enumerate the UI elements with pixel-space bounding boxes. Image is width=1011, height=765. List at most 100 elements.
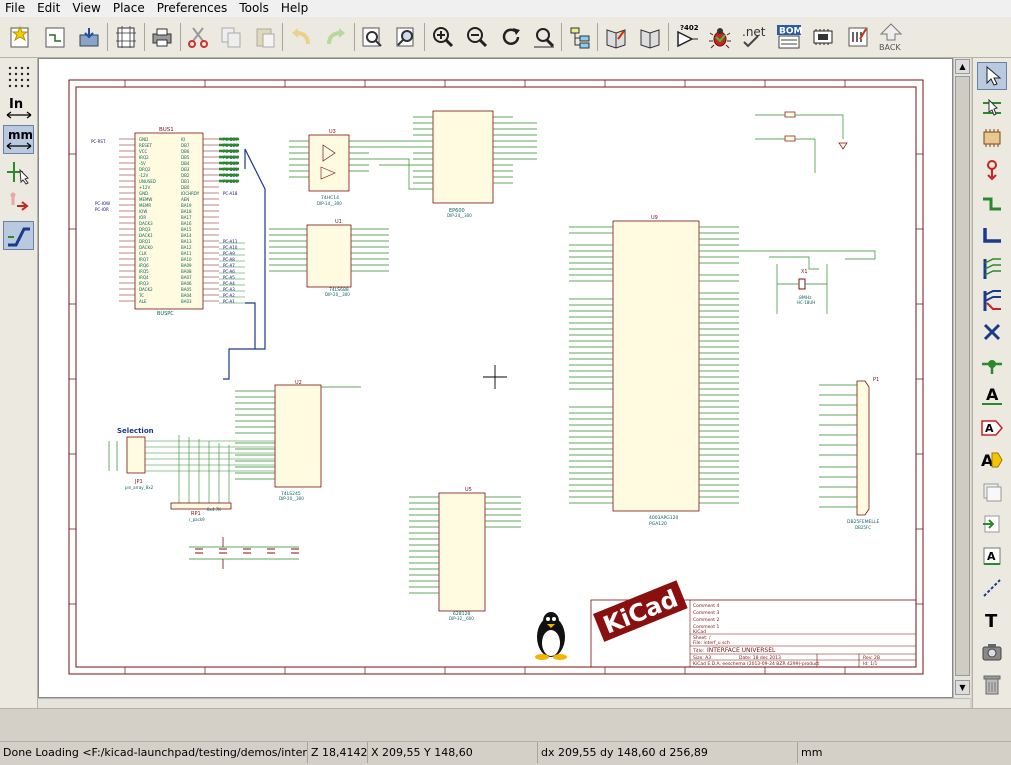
highlight-net-icon[interactable] bbox=[977, 94, 1007, 122]
scroll-down-arrow[interactable]: ▼ bbox=[955, 680, 970, 695]
u5-footprint: DIP-32__600 bbox=[449, 616, 474, 621]
menu-view[interactable]: View bbox=[66, 0, 106, 17]
place-hier-sheet-icon[interactable] bbox=[977, 478, 1007, 506]
annotate-icon[interactable]: ?402 bbox=[672, 21, 702, 53]
place-text-icon[interactable]: T bbox=[977, 606, 1007, 634]
schematic-canvas[interactable]: BUS1 GND RESET VCC IRQ2 -5V DRQ2 -12V UNUSED +12… bbox=[38, 58, 953, 698]
main-toolbar: ?402 .net BOM BACK bbox=[0, 17, 1011, 58]
wire-to-bus-entry-icon[interactable] bbox=[977, 254, 1007, 282]
kicad-logo: KiCad bbox=[593, 580, 688, 642]
svg-text:DB0: DB0 bbox=[181, 185, 190, 190]
svg-text:DB4: DB4 bbox=[181, 161, 190, 166]
place-image-icon[interactable] bbox=[977, 638, 1007, 666]
cut-icon[interactable] bbox=[183, 21, 213, 53]
rp1-component[interactable]: RP1 8x4.7K r_pack9 bbox=[170, 502, 232, 522]
led-section[interactable] bbox=[755, 111, 848, 173]
undo-icon[interactable] bbox=[286, 21, 316, 53]
x1-crystal[interactable]: X1 8MHz HC-18UH bbox=[776, 264, 828, 314]
redo-icon[interactable] bbox=[321, 21, 351, 53]
u5-component[interactable]: U5 628128 DIP-32__600 bbox=[409, 487, 521, 621]
place-bus-icon[interactable] bbox=[977, 222, 1007, 250]
units-mm-button[interactable]: mm bbox=[3, 125, 34, 154]
netlist-icon[interactable]: .net bbox=[739, 21, 769, 53]
paste-icon[interactable] bbox=[250, 21, 280, 53]
find-icon[interactable] bbox=[357, 21, 387, 53]
status-cursor-position: X 209,55 Y 148,60 bbox=[368, 742, 538, 763]
find-replace-icon[interactable] bbox=[391, 21, 421, 53]
no-connect-icon[interactable] bbox=[977, 318, 1007, 346]
scroll-up-arrow[interactable]: ▲ bbox=[955, 59, 970, 74]
place-hier-label-icon[interactable]: A bbox=[977, 446, 1007, 474]
p1-connector[interactable]: P1 DB25FEMELLE DB25FC bbox=[819, 377, 879, 530]
pcbnew-icon[interactable] bbox=[843, 21, 873, 53]
bus1-component[interactable]: BUS1 GNDRESETVCCIRQ2-5VDRQ2-12VUNUSED+12… bbox=[91, 127, 245, 317]
cursor-shape-icon[interactable] bbox=[3, 158, 34, 187]
back-label: BACK bbox=[879, 43, 901, 52]
open-project-icon[interactable] bbox=[40, 21, 70, 53]
place-wire-icon[interactable] bbox=[977, 190, 1007, 218]
units-inch-button[interactable]: In bbox=[3, 94, 34, 123]
redraw-icon[interactable] bbox=[496, 21, 526, 53]
annotate-label: ?402 bbox=[680, 24, 699, 32]
menu-tools[interactable]: Tools bbox=[233, 0, 275, 17]
svg-text:BA03: BA03 bbox=[181, 299, 192, 304]
u3-footprint: DIP-14__300 bbox=[317, 201, 342, 206]
menu-edit[interactable]: Edit bbox=[31, 0, 66, 17]
vertical-scrollbar[interactable]: ▲ ▼ bbox=[953, 58, 971, 698]
place-power-icon[interactable] bbox=[977, 156, 1007, 184]
back-icon[interactable]: BACK bbox=[876, 21, 906, 53]
title-block[interactable]: KiCad Comment 4 Comment 3 Comment 2 Comm… bbox=[590, 580, 917, 668]
svg-text:GND: GND bbox=[139, 137, 148, 142]
import-sheet-pin-icon[interactable] bbox=[977, 510, 1007, 538]
net-label-letter: A bbox=[986, 385, 999, 404]
svg-text:DB6: DB6 bbox=[181, 149, 190, 154]
svg-text:+12V: +12V bbox=[139, 185, 150, 190]
u3-component[interactable]: U3 74HC14 DIP-14__300 bbox=[289, 129, 369, 206]
bus-wire-45-icon[interactable] bbox=[3, 221, 34, 250]
u1-component[interactable]: U1 74LS688 DIP-20__300 bbox=[269, 219, 389, 297]
erc-icon[interactable] bbox=[705, 21, 735, 53]
place-graphic-line-icon[interactable] bbox=[977, 574, 1007, 602]
bus-to-bus-entry-icon[interactable] bbox=[977, 286, 1007, 314]
u9-component[interactable]: U9 4003APG120 PGA120 bbox=[569, 215, 739, 527]
place-global-label-icon[interactable]: A bbox=[977, 414, 1007, 442]
place-junction-icon[interactable] bbox=[977, 350, 1007, 378]
library-editor-icon[interactable] bbox=[601, 21, 631, 53]
vertical-scroll-thumb[interactable] bbox=[955, 76, 970, 676]
print-icon[interactable] bbox=[147, 21, 177, 53]
jp1-component[interactable]: Selection JP1 pin_array_8x2 bbox=[108, 427, 154, 490]
decoupling-caps[interactable] bbox=[189, 537, 299, 569]
svg-text:PC-RST: PC-RST bbox=[91, 139, 106, 144]
select-arrow-icon[interactable] bbox=[977, 62, 1007, 90]
bus1-ref: BUS1 bbox=[159, 127, 174, 133]
bom-icon[interactable]: BOM bbox=[774, 21, 804, 53]
page-settings-icon[interactable] bbox=[111, 21, 141, 53]
zoom-fit-icon[interactable] bbox=[529, 21, 559, 53]
zoom-out-icon[interactable] bbox=[462, 21, 492, 53]
u2-component[interactable]: U2 74LS245 DIP-20__300 bbox=[235, 380, 361, 501]
save-icon[interactable] bbox=[74, 21, 104, 53]
menu-bar: File Edit View Place Preferences Tools H… bbox=[0, 0, 1011, 17]
menu-place[interactable]: Place bbox=[107, 0, 151, 17]
cvpcb-icon[interactable] bbox=[808, 21, 838, 53]
bom-label: BOM bbox=[779, 27, 803, 37]
show-hidden-pins-icon[interactable] bbox=[3, 190, 34, 219]
grid-toggle-icon[interactable] bbox=[3, 62, 34, 91]
new-schematic-icon[interactable] bbox=[5, 21, 35, 53]
zoom-in-icon[interactable] bbox=[428, 21, 458, 53]
place-net-label-icon[interactable]: A bbox=[977, 382, 1007, 410]
library-browser-icon[interactable] bbox=[635, 21, 665, 53]
svg-text:A: A bbox=[985, 422, 994, 435]
hierarchy-navigator-icon[interactable] bbox=[565, 21, 595, 53]
place-component-icon[interactable] bbox=[977, 124, 1007, 152]
delete-item-icon[interactable] bbox=[977, 670, 1007, 698]
menu-file[interactable]: File bbox=[0, 0, 31, 17]
svg-text:BA17: BA17 bbox=[181, 215, 192, 220]
u6-component[interactable]: U6 EP600 DIP-24__300 bbox=[413, 110, 537, 218]
menu-preferences[interactable]: Preferences bbox=[151, 0, 234, 17]
copy-icon[interactable] bbox=[216, 21, 246, 53]
menu-help[interactable]: Help bbox=[275, 0, 314, 17]
place-sheet-pin-icon[interactable]: A bbox=[977, 542, 1007, 570]
schematic-drawing: BUS1 GNDRESETVCCIRQ2-5VDRQ2-12VUNUSED+12… bbox=[68, 79, 924, 675]
u1-ref: U1 bbox=[335, 219, 342, 225]
